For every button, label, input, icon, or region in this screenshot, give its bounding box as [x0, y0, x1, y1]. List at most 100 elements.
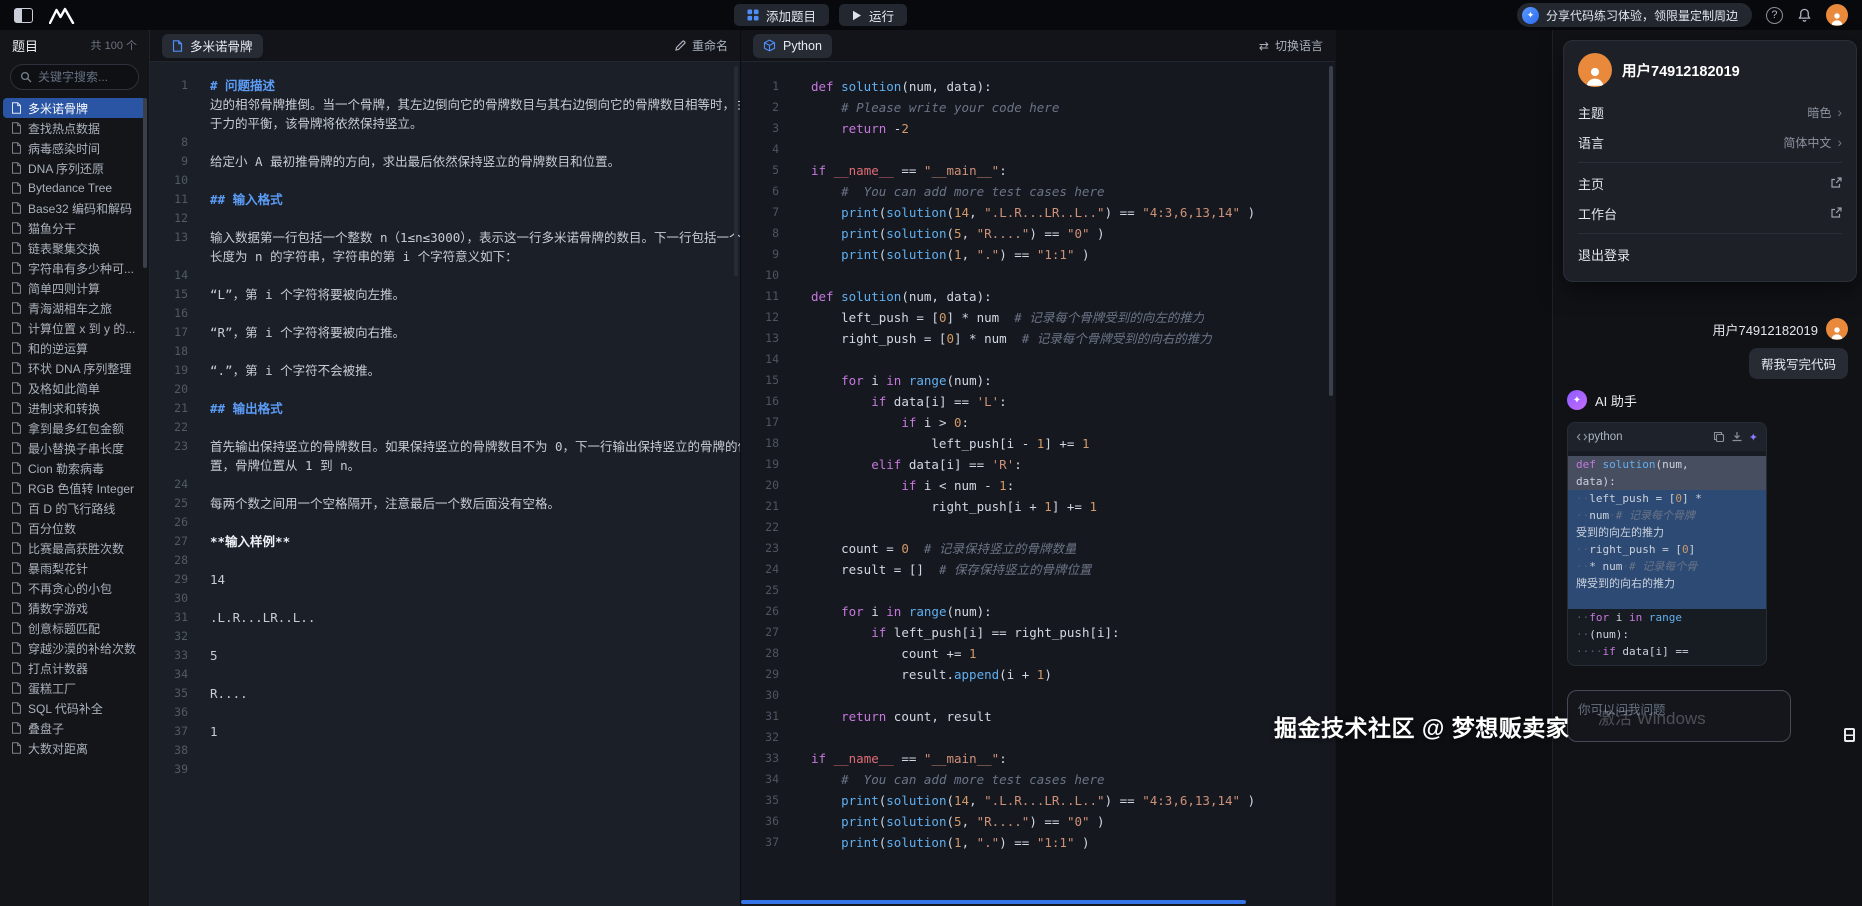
menu-item-theme[interactable]: 主题暗色› — [1578, 97, 1842, 127]
problem-title-tab[interactable]: 多米诺骨牌 — [162, 34, 263, 58]
sidebar-item-problem[interactable]: 字符串有多少种可... — [3, 258, 146, 278]
card-header: python ✦ — [1568, 423, 1766, 451]
problem-scrollbar[interactable] — [734, 66, 738, 276]
sidebar-item-problem[interactable]: 青海湖相车之旅 — [3, 298, 146, 318]
problem-name: 猫鱼分干 — [28, 220, 76, 237]
sidebar-item-problem[interactable]: 及格如此简单 — [3, 378, 146, 398]
sidebar-item-problem[interactable]: 大数对距离 — [3, 738, 146, 758]
sidebar-toggle-icon[interactable] — [14, 8, 33, 23]
file-icon — [11, 342, 22, 354]
chat-user-row: 用户74912182019 — [1712, 318, 1848, 340]
add-problem-label: 添加题目 — [766, 6, 816, 25]
card-code-line: ··(num): — [1568, 626, 1766, 643]
menu-item-workspace[interactable]: 工作台 — [1578, 198, 1842, 228]
add-problem-button[interactable]: 添加题目 — [734, 4, 829, 26]
sidebar-item-problem[interactable]: 打点计数器 — [3, 658, 146, 678]
insert-code-button[interactable] — [1731, 431, 1743, 443]
sidebar-item-problem[interactable]: 不再贪心的小包 — [3, 578, 146, 598]
problem-line: 27**输入样例** — [150, 532, 740, 551]
problem-line: 26 — [150, 513, 740, 532]
sidebar-item-problem[interactable]: 链表聚集交换 — [3, 238, 146, 258]
menu-item-language[interactable]: 语言简体中文› — [1578, 127, 1842, 157]
problem-line: 21## 输出格式 — [150, 399, 740, 418]
problem-name: 暴雨梨花针 — [28, 560, 88, 577]
promo-badge-icon: ✦ — [1522, 7, 1539, 24]
file-icon — [11, 162, 22, 174]
code-line: 2 # Please write your code here — [741, 97, 1335, 118]
problem-line: 39 — [150, 760, 740, 779]
problem-name: 比赛最高获胜次数 — [28, 540, 124, 557]
promo-label: 分享代码练习体验，领限量定制周边 — [1546, 7, 1738, 24]
person-icon — [1829, 324, 1845, 340]
sidebar-item-problem[interactable]: 病毒感染时间 — [3, 138, 146, 158]
sidebar-item-problem[interactable]: 穿越沙漠的补给次数 — [3, 638, 146, 658]
sidebar-item-problem[interactable]: 查找热点数据 — [3, 118, 146, 138]
topbar-left — [14, 7, 124, 24]
chat-user-avatar — [1826, 318, 1848, 340]
user-menu: 用户74912182019 主题暗色›语言简体中文›主页工作台退出登录 — [1563, 40, 1857, 282]
sidebar-item-problem[interactable]: 拿到最多红包金额 — [3, 418, 146, 438]
promo-pill[interactable]: ✦ 分享代码练习体验，领限量定制周边 — [1517, 3, 1752, 27]
switch-language-button[interactable]: ⇄ 切换语言 — [1259, 37, 1323, 54]
problem-name: 链表聚集交换 — [28, 240, 100, 257]
menu-item-logout[interactable]: 退出登录 — [1578, 239, 1842, 269]
problem-name: 查找热点数据 — [28, 120, 100, 137]
file-icon — [11, 382, 22, 394]
code-line: 27 if left_push[i] == right_push[i]: — [741, 622, 1335, 643]
sidebar-item-problem[interactable]: 猫鱼分干 — [3, 218, 146, 238]
code-vertical-scrollbar[interactable] — [1329, 66, 1333, 396]
problem-name: RGB 色值转 Integer — [28, 480, 134, 497]
code-horizontal-scrollbar[interactable] — [741, 900, 1246, 904]
sidebar-item-problem[interactable]: 百 D 的飞行路线 — [3, 498, 146, 518]
sidebar-item-problem[interactable]: 多米诺骨牌 — [3, 98, 146, 118]
run-button[interactable]: 运行 — [839, 4, 907, 26]
sidebar-item-problem[interactable]: 简单四则计算 — [3, 278, 146, 298]
sidebar-item-problem[interactable]: Bytedance Tree — [3, 178, 146, 198]
code-line: 31 return count, result — [741, 706, 1335, 727]
menu-item-label: 主页 — [1578, 174, 1604, 193]
chat-user-name: 用户74912182019 — [1712, 320, 1818, 339]
copy-code-button[interactable] — [1713, 431, 1725, 443]
sidebar-item-problem[interactable]: 百分位数 — [3, 518, 146, 538]
sidebar-item-problem[interactable]: 比赛最高获胜次数 — [3, 538, 146, 558]
sidebar-scrollbar[interactable] — [143, 98, 147, 268]
sidebar-item-problem[interactable]: 暴雨梨花针 — [3, 558, 146, 578]
notifications-bell-icon[interactable] — [1797, 7, 1812, 23]
sidebar-item-problem[interactable]: RGB 色值转 Integer — [3, 478, 146, 498]
file-icon — [11, 222, 22, 234]
sidebar-item-problem[interactable]: 计算位置 x 到 y 的... — [3, 318, 146, 338]
ai-assistant-row: ✦ AI 助手 — [1567, 390, 1637, 410]
sidebar-item-problem[interactable]: SQL 代码补全 — [3, 698, 146, 718]
problem-list: 多米诺骨牌查找热点数据病毒感染时间DNA 序列还原Bytedance TreeB… — [0, 98, 149, 758]
problem-editor[interactable]: 1# 问题描述边的相邻骨牌推倒。当一个骨牌，其左边倒向它的骨牌数目与其右边倒向它… — [150, 62, 740, 906]
problem-name: 百分位数 — [28, 520, 76, 537]
file-icon — [11, 582, 22, 594]
code-line: 17 if i > 0: — [741, 412, 1335, 433]
sidebar-item-problem[interactable]: 叠盘子 — [3, 718, 146, 738]
sidebar-item-problem[interactable]: 最小替换子串长度 — [3, 438, 146, 458]
user-avatar[interactable] — [1826, 4, 1848, 26]
menu-divider — [1578, 233, 1842, 234]
topbar-right: ✦ 分享代码练习体验，领限量定制周边 ? — [1517, 3, 1848, 27]
search-input[interactable] — [38, 70, 129, 84]
problem-name: 穿越沙漠的补给次数 — [28, 640, 136, 657]
menu-item-value — [1830, 207, 1842, 219]
sidebar-item-problem[interactable]: 猜数字游戏 — [3, 598, 146, 618]
help-button[interactable]: ? — [1766, 7, 1783, 24]
card-code-line: ··right_push = [0] — [1568, 541, 1766, 558]
card-language-label: python — [1588, 431, 1623, 443]
problem-name: 打点计数器 — [28, 660, 88, 677]
sidebar-item-problem[interactable]: 进制求和转换 — [3, 398, 146, 418]
language-tab[interactable]: Python — [753, 34, 832, 58]
rename-button[interactable]: 重命名 — [674, 37, 728, 54]
code-editor[interactable]: 1def solution(num, data):2 # Please writ… — [741, 62, 1335, 906]
apply-magic-button[interactable]: ✦ — [1749, 431, 1758, 444]
sidebar-item-problem[interactable]: 蛋糕工厂 — [3, 678, 146, 698]
sidebar-item-problem[interactable]: 环状 DNA 序列整理 — [3, 358, 146, 378]
sidebar-item-problem[interactable]: 和的逆运算 — [3, 338, 146, 358]
sidebar-item-problem[interactable]: DNA 序列还原 — [3, 158, 146, 178]
menu-item-home[interactable]: 主页 — [1578, 168, 1842, 198]
sidebar-item-problem[interactable]: Base32 编码和解码 — [3, 198, 146, 218]
sidebar-item-problem[interactable]: Cion 勒索病毒 — [3, 458, 146, 478]
sidebar-item-problem[interactable]: 创意标题匹配 — [3, 618, 146, 638]
